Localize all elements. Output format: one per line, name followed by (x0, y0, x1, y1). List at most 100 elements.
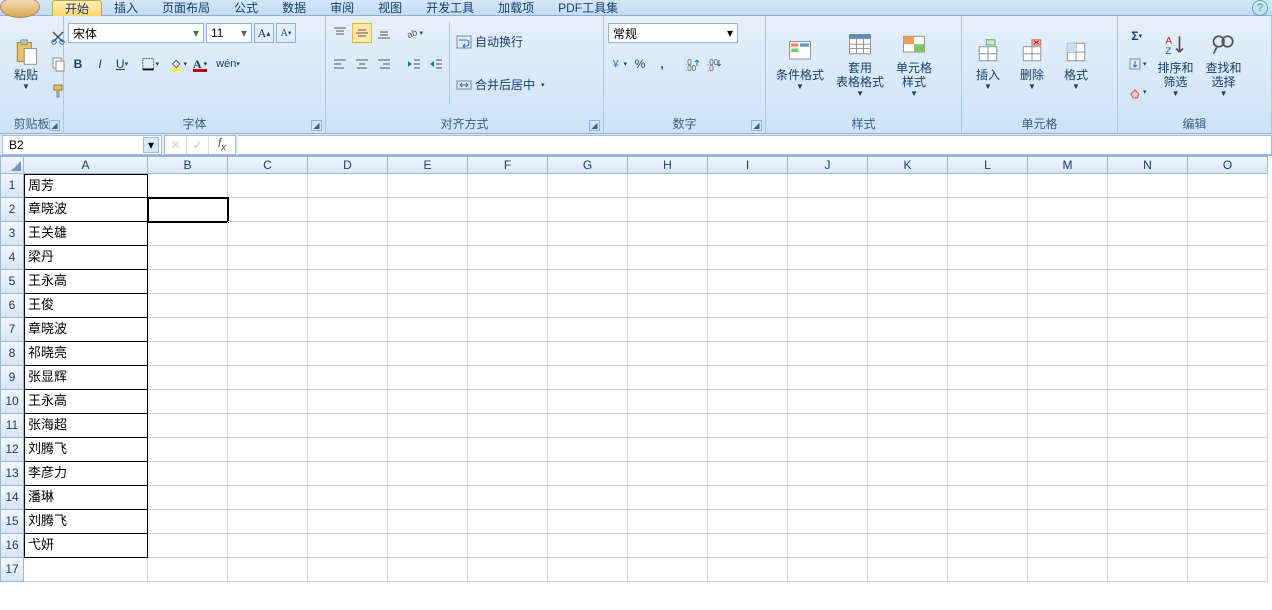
column-header[interactable]: L (948, 156, 1028, 174)
cell[interactable] (948, 270, 1028, 294)
cell[interactable] (1028, 366, 1108, 390)
cell[interactable] (148, 222, 228, 246)
cell[interactable] (388, 318, 468, 342)
cell[interactable] (388, 294, 468, 318)
cell[interactable] (308, 246, 388, 270)
cell[interactable] (628, 462, 708, 486)
cell[interactable] (228, 366, 308, 390)
cell[interactable] (948, 438, 1028, 462)
cell[interactable] (788, 318, 868, 342)
cell[interactable] (628, 294, 708, 318)
cell[interactable] (948, 294, 1028, 318)
cell[interactable] (308, 294, 388, 318)
cell[interactable] (1108, 486, 1188, 510)
increase-indent-button[interactable] (426, 54, 446, 74)
cell[interactable] (868, 366, 948, 390)
cell[interactable] (548, 438, 628, 462)
cell[interactable] (548, 246, 628, 270)
clipboard-dialog-launcher[interactable]: ◢ (49, 120, 60, 131)
row-header[interactable]: 8 (0, 342, 24, 366)
cell[interactable] (1108, 198, 1188, 222)
cell[interactable]: 梁丹 (24, 246, 148, 270)
cell[interactable] (1108, 222, 1188, 246)
find-select-button[interactable]: 查找和 选择▼ (1200, 20, 1248, 108)
format-cells-button[interactable]: 格式▼ (1054, 20, 1098, 108)
border-button[interactable]: ▾ (140, 54, 160, 74)
cell[interactable]: 潘琳 (24, 486, 148, 510)
cell[interactable]: 张显辉 (24, 366, 148, 390)
cell[interactable] (1188, 558, 1268, 582)
cell[interactable] (1108, 318, 1188, 342)
cell[interactable] (548, 534, 628, 558)
worksheet-grid[interactable]: ABCDEFGHIJKLMNO 1周芳2章晓波3王关雄4梁丹5王永高6王俊7章晓… (0, 156, 1272, 610)
cell[interactable] (628, 246, 708, 270)
cell[interactable] (708, 342, 788, 366)
cell[interactable] (1188, 294, 1268, 318)
cell[interactable] (548, 318, 628, 342)
cell[interactable] (548, 414, 628, 438)
cell[interactable] (788, 246, 868, 270)
column-header[interactable]: M (1028, 156, 1108, 174)
cell[interactable] (468, 342, 548, 366)
sort-filter-button[interactable]: AZ 排序和 筛选▼ (1152, 20, 1200, 108)
cell[interactable] (1028, 534, 1108, 558)
cell[interactable] (1028, 246, 1108, 270)
cell[interactable] (1108, 246, 1188, 270)
column-header[interactable]: D (308, 156, 388, 174)
cell[interactable] (868, 462, 948, 486)
cell[interactable] (308, 198, 388, 222)
row-header[interactable]: 2 (0, 198, 24, 222)
cell[interactable] (708, 558, 788, 582)
column-header[interactable]: C (228, 156, 308, 174)
cell[interactable] (308, 366, 388, 390)
cell[interactable] (1188, 414, 1268, 438)
align-right-button[interactable] (374, 54, 394, 74)
cell[interactable] (468, 558, 548, 582)
cell[interactable] (468, 246, 548, 270)
help-icon[interactable]: ? (1252, 0, 1268, 16)
cell[interactable] (788, 174, 868, 198)
cell[interactable] (1028, 294, 1108, 318)
cell[interactable] (1188, 318, 1268, 342)
row-header[interactable]: 11 (0, 414, 24, 438)
cell[interactable] (628, 510, 708, 534)
column-header[interactable]: H (628, 156, 708, 174)
cell[interactable] (1108, 510, 1188, 534)
cell[interactable] (948, 558, 1028, 582)
cell[interactable] (468, 486, 548, 510)
cell[interactable] (628, 198, 708, 222)
cell[interactable] (388, 174, 468, 198)
cell[interactable] (1188, 342, 1268, 366)
cell[interactable] (628, 222, 708, 246)
row-header[interactable]: 16 (0, 534, 24, 558)
cell[interactable] (548, 366, 628, 390)
row-header[interactable]: 10 (0, 390, 24, 414)
bold-button[interactable]: B (68, 54, 88, 74)
cell[interactable] (868, 246, 948, 270)
column-header[interactable]: G (548, 156, 628, 174)
cell[interactable] (308, 318, 388, 342)
column-header[interactable]: F (468, 156, 548, 174)
cell[interactable] (1028, 510, 1108, 534)
cell[interactable] (788, 198, 868, 222)
cell[interactable] (948, 222, 1028, 246)
decrease-font-button[interactable]: A▾ (276, 23, 296, 43)
row-header[interactable]: 7 (0, 318, 24, 342)
tab-pdf[interactable]: PDF工具集 (546, 0, 630, 16)
cell[interactable] (548, 390, 628, 414)
select-all-corner[interactable] (0, 156, 24, 174)
cell[interactable] (788, 366, 868, 390)
cell[interactable] (308, 486, 388, 510)
cell[interactable] (468, 462, 548, 486)
underline-button[interactable]: U▾ (112, 54, 132, 74)
cell[interactable] (708, 462, 788, 486)
row-header[interactable]: 6 (0, 294, 24, 318)
cell[interactable] (708, 222, 788, 246)
cell[interactable] (228, 318, 308, 342)
cell[interactable] (788, 462, 868, 486)
cell[interactable] (708, 366, 788, 390)
row-header[interactable]: 3 (0, 222, 24, 246)
column-header[interactable]: N (1108, 156, 1188, 174)
cell[interactable] (708, 486, 788, 510)
cell[interactable]: 周芳 (24, 174, 148, 198)
